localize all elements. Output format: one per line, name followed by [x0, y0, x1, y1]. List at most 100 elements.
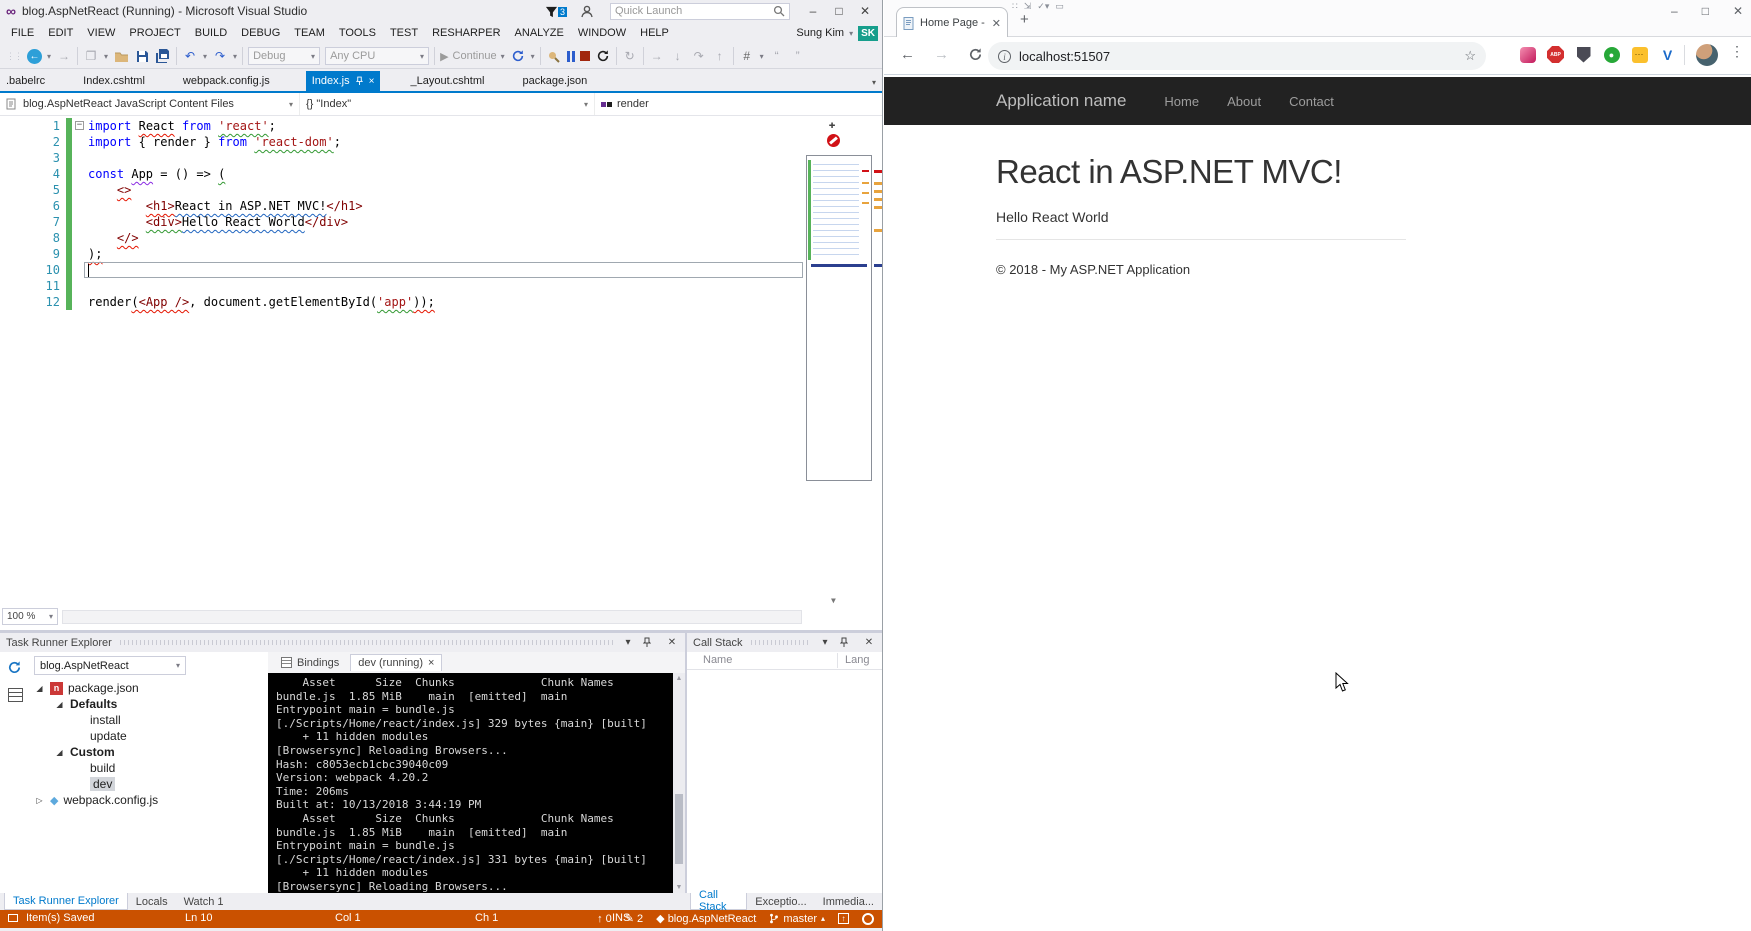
tree-item-webpack-config-js[interactable]: ▷◆webpack.config.js — [0, 792, 266, 808]
overlay-confirm-icon[interactable]: ✓▾ — [1037, 0, 1049, 12]
step-out-icon[interactable]: ↷ — [691, 48, 707, 64]
tree-item-package-json[interactable]: ◢npackage.json — [0, 680, 266, 696]
doc-tab-layout-cshtml[interactable]: _Layout.cshtml — [408, 71, 486, 91]
type-dropdown[interactable]: {} "Index" ▾ — [300, 93, 595, 115]
panel-tab-watch-1[interactable]: Watch 1 — [176, 893, 232, 910]
adblock-plus-icon[interactable]: ABP — [1546, 45, 1565, 64]
tree-expander-icon[interactable]: ◢ — [54, 700, 65, 709]
quick-launch-input[interactable]: Quick Launch — [610, 3, 790, 20]
panel-tab-immedia[interactable]: Immedia... — [815, 893, 882, 910]
menu-test[interactable]: TEST — [383, 25, 425, 41]
green-circle-extension-icon[interactable]: ● — [1602, 45, 1621, 64]
menu-file[interactable]: FILE — [4, 25, 41, 41]
outgoing-commits[interactable]: ↑ 0 — [597, 913, 612, 925]
publish-icon[interactable]: ↑ — [838, 913, 849, 924]
navigate-back-icon[interactable]: ← — [27, 49, 42, 64]
tree-expander-icon[interactable]: ◢ — [54, 748, 65, 757]
refresh-icon[interactable] — [7, 660, 22, 675]
branch-button[interactable]: master ▴ — [769, 912, 825, 925]
nav-link-home[interactable]: Home — [1150, 94, 1213, 109]
tree-expander-icon[interactable]: ▷ — [34, 796, 45, 805]
vs-maximize-button[interactable]: □ — [826, 4, 852, 18]
feedback-smiley-icon[interactable] — [862, 913, 874, 925]
address-bar[interactable]: i localhost:51507 ☆ — [988, 42, 1486, 70]
solution-platform-select[interactable]: Any CPU ▾ — [325, 47, 429, 65]
menu-project[interactable]: PROJECT — [122, 25, 187, 41]
comment-icon[interactable]: “ — [769, 48, 785, 64]
open-folder-icon[interactable] — [113, 48, 129, 64]
browser-minimize-button[interactable]: – — [1671, 4, 1678, 18]
redo-icon[interactable]: ↷ — [212, 48, 228, 64]
overlay-grid-icon[interactable]: ∷ — [1012, 0, 1018, 12]
map-splitter-icon[interactable]: ✚ — [824, 118, 840, 131]
horizontal-scrollbar[interactable] — [62, 610, 802, 624]
continue-button[interactable]: ▶ Continue ▾ — [440, 50, 505, 63]
step-into-icon[interactable]: ↓ — [670, 48, 686, 64]
tree-item-dev[interactable]: dev — [0, 776, 266, 792]
account-area[interactable]: Sung Kim ▾ SK — [796, 26, 882, 41]
code-line-2[interactable]: 2import { render } from 'react-dom'; — [0, 134, 882, 150]
v-extension-icon[interactable]: V — [1658, 45, 1677, 64]
doc-tab-webpack-config-js[interactable]: webpack.config.js — [181, 71, 272, 91]
tree-item-install[interactable]: install — [0, 712, 266, 728]
menu-help[interactable]: HELP — [633, 25, 676, 41]
close-tab-icon[interactable]: × — [369, 76, 375, 87]
tree-item-custom[interactable]: ◢Custom — [0, 744, 266, 760]
tree-item-build[interactable]: build — [0, 760, 266, 776]
tree-item-update[interactable]: update — [0, 728, 266, 744]
profile-avatar[interactable] — [1696, 44, 1718, 66]
forward-icon[interactable]: → — [934, 46, 949, 63]
close-tab-icon[interactable]: ✕ — [992, 17, 1001, 30]
menu-view[interactable]: VIEW — [80, 25, 122, 41]
menu-analyze[interactable]: ANALYZE — [508, 25, 571, 41]
vs-close-button[interactable]: ✕ — [852, 4, 878, 18]
menu-debug[interactable]: DEBUG — [234, 25, 287, 41]
menu-tools[interactable]: TOOLS — [332, 25, 383, 41]
chevron-down-icon[interactable]: ▾ — [104, 52, 108, 61]
panel-tab-exceptio[interactable]: Exceptio... — [747, 893, 814, 910]
chevron-down-icon[interactable]: ▾ — [47, 52, 51, 61]
chrome-menu-icon[interactable]: ⋮ — [1730, 43, 1744, 60]
doc-tab-package-json[interactable]: package.json — [520, 71, 589, 91]
menu-edit[interactable]: EDIT — [41, 25, 80, 41]
browser-maximize-button[interactable]: □ — [1702, 4, 1709, 18]
tree-expander-icon[interactable]: ◢ — [34, 684, 45, 693]
step-up-icon[interactable]: ↑ — [712, 48, 728, 64]
editor-zoom-select[interactable]: 100 % ▾ — [2, 608, 58, 625]
repository-button[interactable]: ◆ blog.AspNetReact — [656, 912, 756, 925]
output-tab-dev-running[interactable]: dev (running)× — [350, 654, 442, 671]
chevron-down-icon[interactable]: ▾ — [531, 52, 535, 61]
step-over-icon[interactable]: → — [649, 48, 665, 64]
console-scrollbar[interactable]: ▲ ▼ — [673, 673, 685, 893]
chevron-down-icon[interactable]: ▾ — [233, 52, 237, 61]
code-line-9[interactable]: 9); — [0, 246, 882, 262]
chevron-down-icon[interactable]: ▾ — [760, 52, 764, 61]
code-line-7[interactable]: 7 <div>Hello React World</div> — [0, 214, 882, 230]
nav-link-about[interactable]: About — [1213, 94, 1275, 109]
breakpoint-search-icon[interactable] — [546, 48, 562, 64]
browser-tab[interactable]: Home Page - My ASP.NET Applic ✕ — [896, 7, 1008, 38]
panel-tab-locals[interactable]: Locals — [128, 893, 176, 910]
close-icon[interactable]: × — [428, 657, 434, 669]
save-icon[interactable] — [134, 48, 150, 64]
scrollbar-thumb[interactable] — [675, 794, 683, 864]
pending-edits[interactable]: ✎ 2 — [625, 912, 643, 925]
chevron-down-icon[interactable]: ▾ — [203, 52, 207, 61]
reload-icon[interactable] — [968, 47, 983, 62]
code-line-5[interactable]: 5 <> — [0, 182, 882, 198]
doc-tab-babelrc[interactable]: .babelrc — [4, 71, 47, 91]
code-line-4[interactable]: 4const App = () => ( — [0, 166, 882, 182]
notifications-filter-icon[interactable]: 3 — [545, 5, 558, 18]
new-file-icon[interactable]: ❐ — [83, 48, 99, 64]
fold-collapse-icon[interactable]: − — [75, 121, 84, 130]
uncomment-icon[interactable]: ” — [790, 48, 806, 64]
new-tab-button[interactable]: + — [1020, 11, 1029, 28]
navigate-forward-icon[interactable]: → — [56, 48, 72, 64]
scroll-down-icon[interactable]: ▼ — [831, 596, 836, 605]
scroll-marker-bar[interactable] — [873, 116, 882, 630]
site-info-icon[interactable]: i — [998, 50, 1011, 63]
project-select[interactable]: blog.AspNetReact ▾ — [34, 656, 186, 675]
pin-icon[interactable] — [356, 76, 363, 86]
panel-tab-call-stack[interactable]: Call Stack — [690, 893, 747, 910]
menu-team[interactable]: TEAM — [287, 25, 332, 41]
